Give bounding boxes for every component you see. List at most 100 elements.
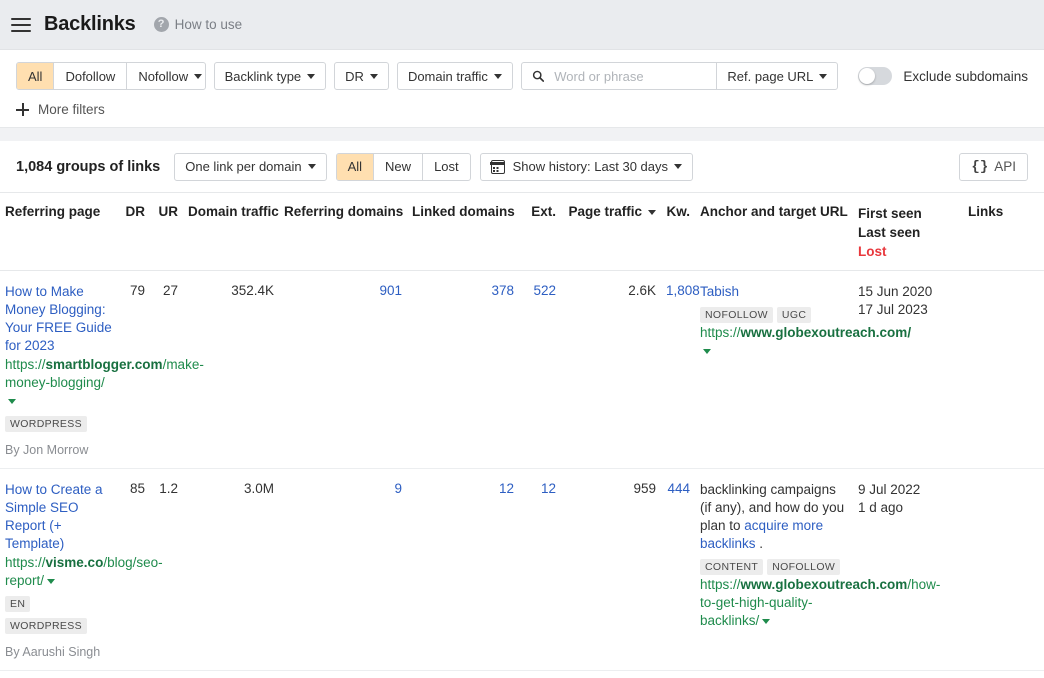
url-protocol: https:// [5,357,46,372]
backlink-type-dropdown[interactable]: Backlink type [213,62,327,90]
url-domain: smartblogger.com [45,357,163,372]
cell-seen-dates: 9 Jul 2022 1 d ago [853,481,963,517]
search-group: Ref. page URL [520,62,839,90]
author-byline: By Aarushi Singh [5,645,101,659]
col-dr[interactable]: DR [118,204,150,219]
show-history-label: Show history: Last 30 days [512,159,668,174]
table-row[interactable]: How to Make Money Blogging: Your FREE Gu… [0,271,1044,469]
author-byline: By Jon Morrow [5,443,89,457]
tab-all[interactable]: All [336,153,375,180]
cell-ext[interactable]: 12 [519,481,561,496]
app-header: Backlinks ? How to use [0,0,1044,50]
table-row[interactable]: How to Create a Simple SEO Report (+ Tem… [0,469,1044,671]
col-linked-domains[interactable]: Linked domains [407,204,519,219]
cell-dr: 85 [129,481,145,496]
col-kw[interactable]: Kw. [661,204,695,219]
col-seen-dates[interactable]: First seen Last seen Lost [853,204,963,261]
cell-ext[interactable]: 522 [519,283,561,298]
referring-page-url[interactable]: https://visme.co/blog/seo-report/ [5,554,163,590]
cell-linked-domains[interactable]: 378 [407,283,519,298]
search-box[interactable] [522,63,718,89]
exclude-subdomains-control: Exclude subdomains [858,67,1028,85]
first-seen-value: 9 Jul 2022 [858,482,921,497]
cell-anchor-target-url: Tabish NOFOLLOW UGC https://www.globexout… [695,283,911,360]
cell-ur: 1.2 [159,481,178,496]
question-circle-icon: ? [153,17,169,32]
col-domain-traffic[interactable]: Domain traffic [183,204,279,219]
platform-badges: WORDPRESS [5,410,113,432]
target-url[interactable]: https://www.globexoutreach.com/how-to-ge… [700,576,940,630]
chevron-down-icon[interactable] [762,618,771,624]
anchor-text: Tabish [700,283,848,301]
search-icon [532,70,545,82]
tab-lost[interactable]: Lost [423,154,470,180]
ref-page-url-label: Ref. page URL [727,68,814,84]
col-referring-domains[interactable]: Referring domains [279,204,407,219]
search-input[interactable] [552,67,707,85]
target-domain: www.globexoutreach.com [740,325,908,340]
show-history-dropdown[interactable]: Show history: Last 30 days [479,152,693,181]
cell-page-traffic: 2.6K [628,283,656,298]
col-ur[interactable]: UR [150,204,183,219]
cell-kw[interactable]: 444 [661,481,695,496]
col-anchor-target-url[interactable]: Anchor and target URL [695,204,853,219]
cell-linked-domains[interactable]: 12 [407,481,519,496]
link-state-segmented-control: All New Lost [335,152,471,181]
chevron-down-icon[interactable] [47,578,56,584]
chevron-down-icon[interactable] [8,398,16,404]
how-to-use-label: How to use [174,17,243,32]
more-filters-button[interactable]: More filters [16,102,105,117]
referring-page-title-link[interactable]: How to Create a Simple SEO Report (+ Tem… [5,481,113,553]
exclude-subdomains-toggle[interactable] [858,67,893,85]
cell-page-traffic: 959 [633,481,656,496]
code-braces-icon: {} [971,158,989,175]
toggle-knob [859,68,876,84]
col-links[interactable]: Links [963,204,1008,219]
col-page-traffic[interactable]: Page traffic [561,204,661,219]
api-button[interactable]: {} API [959,152,1028,181]
filter-all[interactable]: All [17,63,55,89]
cell-dr: 79 [129,283,145,298]
referring-page-title-link[interactable]: How to Make Money Blogging: Your FREE Gu… [5,283,113,355]
badge-ugc: UGC [776,307,812,323]
api-label: API [994,159,1016,174]
badge-nofollow: NOFOLLOW [700,307,773,323]
results-toolbar: 1,084 groups of links One link per domai… [0,141,1044,192]
anchor-badges: CONTENT NOFOLLOW [700,553,848,575]
backlink-type-label: Backlink type [224,68,302,84]
page-title: Backlinks [44,13,136,35]
cell-referring-domains[interactable]: 9 [279,481,407,496]
domain-traffic-dropdown[interactable]: Domain traffic [396,62,513,90]
filter-dofollow[interactable]: Dofollow [54,63,128,89]
chevron-down-icon[interactable] [703,348,711,354]
anchor-link[interactable]: Tabish [700,284,739,299]
chevron-down-icon [819,73,828,79]
badge-language: EN [5,596,31,612]
dr-label: DR [345,68,364,84]
last-seen-value: 1 d ago [858,500,904,515]
dr-dropdown[interactable]: DR [334,62,389,90]
cell-referring-domains[interactable]: 901 [279,283,407,298]
platform-badges: EN WORDPRESS [5,590,113,634]
filter-nofollow[interactable]: Nofollow [127,63,204,89]
target-url[interactable]: https://www.globexoutreach.com/ [700,324,911,360]
cell-anchor-target-url: backlinking campaigns (if any), and how … [695,481,940,630]
how-to-use-link[interactable]: ? How to use [153,17,243,32]
section-divider [0,128,1044,141]
referring-page-url[interactable]: https://smartblogger.com/make-money-blog… [5,356,204,410]
target-path: / [907,325,912,340]
col-referring-page[interactable]: Referring page [0,204,118,219]
col-ext[interactable]: Ext. [519,204,561,219]
anchor-suffix: . [755,536,764,551]
tab-new[interactable]: New [374,153,424,180]
grouping-dropdown[interactable]: One link per domain [174,152,327,181]
cell-referring-page: How to Create a Simple SEO Report (+ Tem… [0,481,163,660]
cell-kw[interactable]: 1,808 [661,283,700,298]
hamburger-menu-icon[interactable] [8,12,34,38]
domain-traffic-label: Domain traffic [407,68,488,84]
results-count: 1,084 groups of links [16,158,161,175]
ref-page-url-dropdown[interactable]: Ref. page URL [717,63,837,89]
target-protocol: https:// [700,325,741,340]
chevron-down-icon [307,164,316,169]
badge-nofollow: NOFOLLOW [767,559,841,575]
